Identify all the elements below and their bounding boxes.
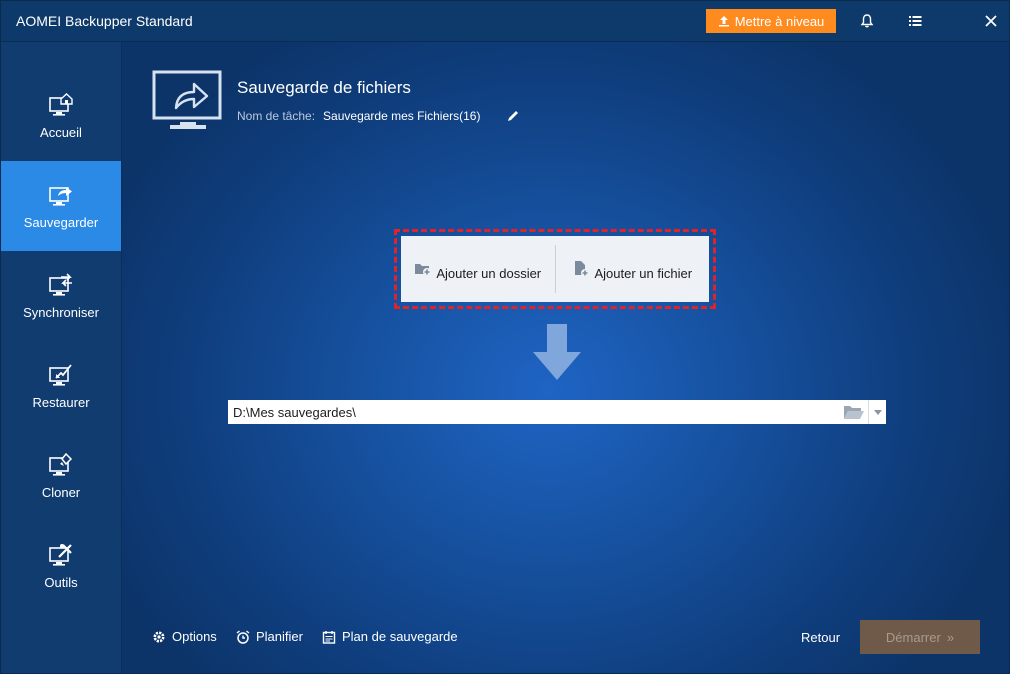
upgrade-arrow-icon bbox=[718, 16, 729, 27]
start-button[interactable]: Démarrer » bbox=[860, 620, 980, 654]
task-name-value: Sauvegarde mes Fichiers(16) bbox=[323, 109, 481, 123]
sidebar-item-restaurer[interactable]: Restaurer bbox=[1, 341, 121, 431]
pencil-icon[interactable] bbox=[506, 109, 520, 123]
close-icon[interactable] bbox=[981, 11, 1001, 31]
sidebar-item-label: Accueil bbox=[40, 125, 82, 140]
main-panel: Sauvegarde de fichiers Nom de tâche: Sau… bbox=[122, 42, 1009, 673]
app-window: AOMEI Backupper Standard Mettre à niveau… bbox=[0, 0, 1010, 674]
add-file-label: Ajouter un fichier bbox=[594, 265, 693, 281]
title-bar: AOMEI Backupper Standard Mettre à niveau bbox=[1, 1, 1009, 42]
sidebar: Accueil Sauvegarder Synchroniser Restaur… bbox=[1, 42, 122, 673]
sidebar-item-label: Synchroniser bbox=[23, 305, 99, 320]
arrow-down-icon bbox=[533, 324, 581, 380]
clone-icon bbox=[49, 452, 73, 476]
alarm-clock-icon bbox=[236, 629, 250, 644]
sidebar-item-synchroniser[interactable]: Synchroniser bbox=[1, 251, 121, 341]
schedule-label: Planifier bbox=[256, 629, 303, 644]
menu-icon[interactable] bbox=[905, 11, 925, 31]
source-selection-area: Ajouter un dossier Ajouter un fichier bbox=[394, 229, 716, 309]
start-label: Démarrer bbox=[885, 629, 941, 645]
sidebar-item-accueil[interactable]: Accueil bbox=[1, 71, 121, 161]
backup-plan-button[interactable]: Plan de sauvegarde bbox=[322, 629, 458, 644]
backup-plan-label: Plan de sauvegarde bbox=[342, 629, 458, 644]
sidebar-item-label: Outils bbox=[44, 575, 78, 590]
upgrade-label: Mettre à niveau bbox=[734, 13, 825, 29]
double-chevron-right-icon: » bbox=[946, 629, 955, 645]
task-name-label: Nom de tâche: bbox=[237, 109, 316, 123]
sync-icon bbox=[49, 273, 72, 296]
upgrade-button[interactable]: Mettre à niveau bbox=[706, 9, 836, 33]
back-button[interactable]: Retour bbox=[801, 630, 840, 645]
options-label: Options bbox=[172, 629, 217, 644]
source-buttons: Ajouter un dossier Ajouter un fichier bbox=[401, 236, 709, 302]
file-backup-icon bbox=[152, 70, 222, 129]
sidebar-item-label: Cloner bbox=[41, 485, 81, 500]
destination-field bbox=[228, 400, 886, 424]
home-icon bbox=[49, 93, 73, 116]
tools-icon bbox=[49, 544, 72, 566]
browse-folder-icon[interactable] bbox=[840, 400, 868, 424]
add-file-button[interactable]: Ajouter un fichier bbox=[556, 236, 710, 302]
add-file-icon bbox=[575, 261, 590, 277]
bell-icon[interactable] bbox=[857, 11, 877, 31]
page-title: Sauvegarde de fichiers bbox=[237, 78, 411, 97]
destination-input[interactable] bbox=[228, 400, 840, 424]
restore-icon bbox=[49, 364, 72, 386]
sidebar-item-outils[interactable]: Outils bbox=[1, 521, 121, 611]
add-folder-button[interactable]: Ajouter un dossier bbox=[401, 236, 555, 302]
sidebar-item-label: Restaurer bbox=[32, 395, 90, 410]
sidebar-item-cloner[interactable]: Cloner bbox=[1, 431, 121, 521]
chevron-down-icon[interactable] bbox=[868, 400, 886, 424]
schedule-button[interactable]: Planifier bbox=[236, 629, 303, 644]
sidebar-item-sauvegarder[interactable]: Sauvegarder bbox=[1, 161, 121, 251]
add-folder-icon bbox=[415, 264, 432, 276]
app-title: AOMEI Backupper Standard bbox=[16, 13, 193, 29]
add-folder-label: Ajouter un dossier bbox=[436, 265, 542, 281]
calendar-icon bbox=[322, 630, 336, 644]
task-name-row: Nom de tâche: Sauvegarde mes Fichiers(16… bbox=[237, 109, 520, 123]
backup-icon bbox=[49, 187, 72, 206]
gear-icon bbox=[153, 631, 165, 642]
sidebar-item-label: Sauvegarder bbox=[23, 215, 99, 230]
options-button[interactable]: Options bbox=[152, 629, 217, 644]
